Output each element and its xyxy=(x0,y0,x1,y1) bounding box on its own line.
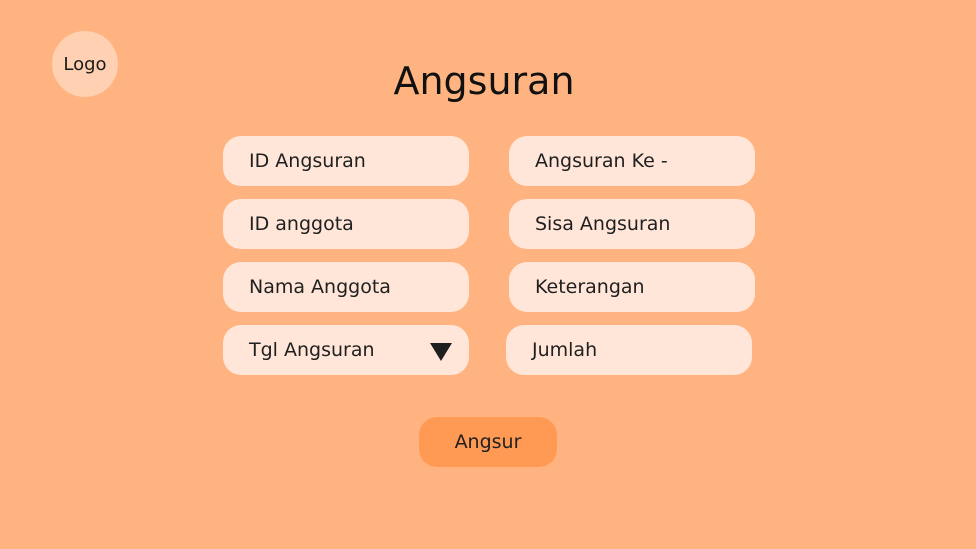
angsuran-ke-field[interactable]: Angsuran Ke - xyxy=(509,136,755,186)
angsuran-ke-placeholder: Angsuran Ke - xyxy=(535,150,668,172)
tgl-angsuran-placeholder: Tgl Angsuran xyxy=(249,339,375,361)
keterangan-field[interactable]: Keterangan xyxy=(509,262,755,312)
id-angsuran-field[interactable]: ID Angsuran xyxy=(223,136,469,186)
angsur-button[interactable]: Angsur xyxy=(419,417,557,467)
id-anggota-field[interactable]: ID anggota xyxy=(223,199,469,249)
page-title: Angsuran xyxy=(393,59,575,103)
triangle-down-icon[interactable] xyxy=(430,343,452,361)
keterangan-placeholder: Keterangan xyxy=(535,276,645,298)
tgl-angsuran-dropdown[interactable]: Tgl Angsuran xyxy=(223,325,469,375)
id-anggota-placeholder: ID anggota xyxy=(249,213,354,235)
nama-anggota-placeholder: Nama Anggota xyxy=(249,276,391,298)
id-angsuran-placeholder: ID Angsuran xyxy=(249,150,366,172)
sisa-angsuran-field[interactable]: Sisa Angsuran xyxy=(509,199,755,249)
jumlah-placeholder: Jumlah xyxy=(532,339,598,361)
jumlah-field[interactable]: Jumlah xyxy=(506,325,752,375)
nama-anggota-field[interactable]: Nama Anggota xyxy=(223,262,469,312)
angsur-button-label: Angsur xyxy=(454,431,522,453)
sisa-angsuran-placeholder: Sisa Angsuran xyxy=(535,213,671,235)
